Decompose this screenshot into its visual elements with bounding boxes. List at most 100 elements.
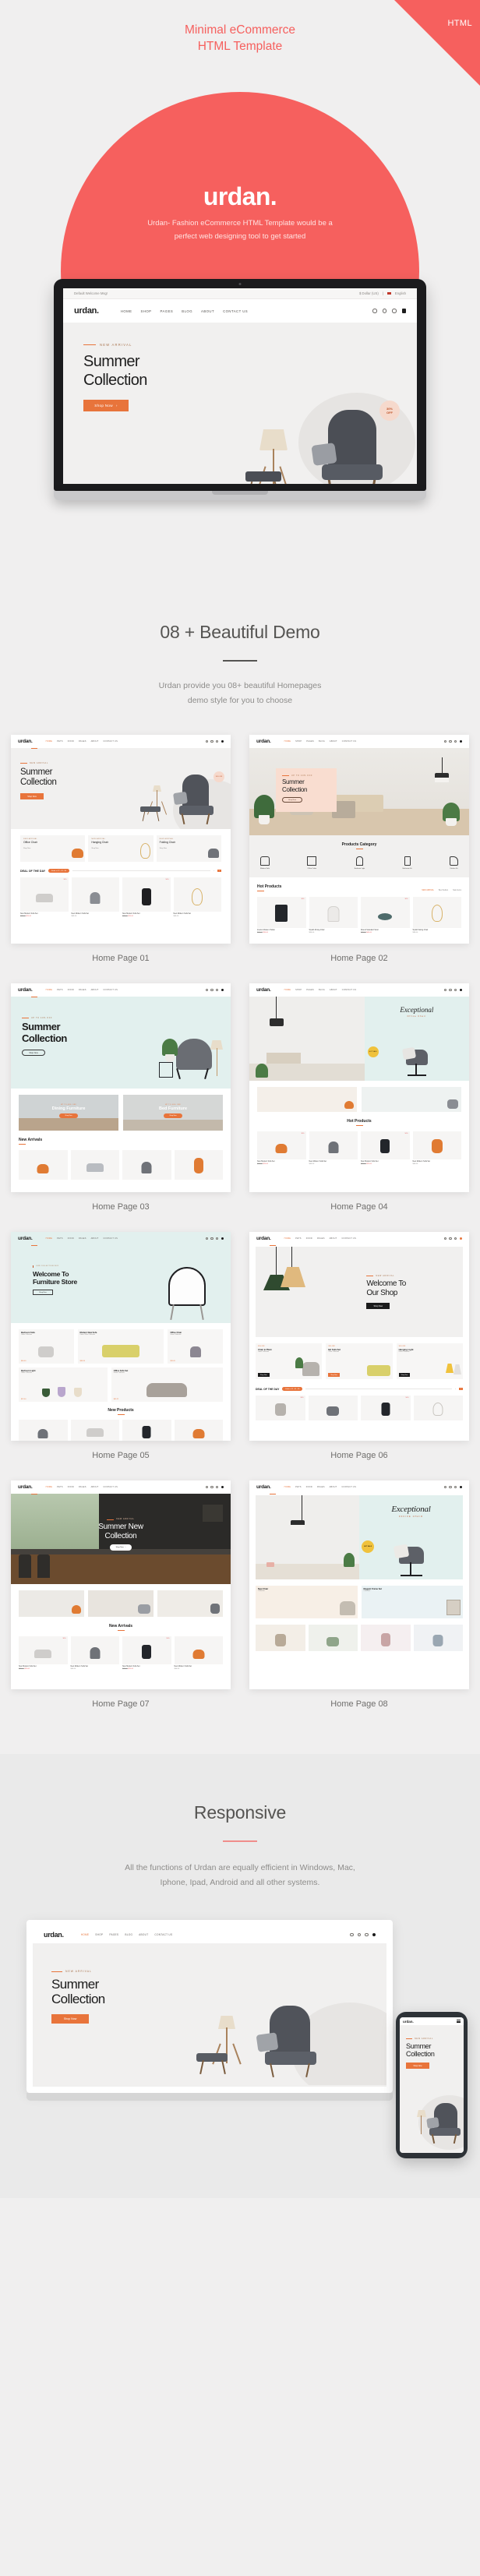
eyebrow-dash-icon — [107, 1519, 115, 1520]
cart-icon — [221, 1237, 224, 1240]
search-icon — [350, 1932, 354, 1937]
thumb-content: New Arrivals 30% New Modern Sofa Set $29… — [11, 1584, 231, 1677]
mockup-nav-links: HOME SHOP PAGES BLOG ABOUT CONTACT US — [121, 309, 248, 313]
chair-icon — [37, 1428, 48, 1438]
product-price: $40.00 — [412, 1163, 418, 1166]
chair-leg-icon — [181, 813, 185, 825]
thumb-cta-label: Shop Now — [288, 799, 297, 801]
demo-thumbnail-07[interactable]: urdan. HOME PETS FOOD PAGES ABOUT CONTAC… — [11, 1480, 231, 1689]
hero-left-panel — [256, 1495, 359, 1579]
sofa-icon — [34, 1649, 52, 1658]
product-row: 30% New Modern Sofa Set $29.00 $25.00 Ne… — [19, 1636, 223, 1670]
product-card: 50% — [361, 1396, 411, 1420]
demo-card-04[interactable]: urdan. HOME SHOP PAGES BLOG ABOUT CONTAC… — [249, 983, 469, 1212]
thumb-nav-item: ABOUT — [90, 1237, 99, 1240]
nav-item-pages[interactable]: PAGES — [161, 309, 174, 313]
wishlist-heart-icon — [216, 988, 219, 992]
thumb-nav-item: PETS — [57, 1486, 63, 1488]
product-price: $45.00 $35.00 — [257, 932, 306, 933]
promo-price: $66.00 — [21, 1360, 26, 1362]
wishlist-heart-icon[interactable] — [392, 309, 397, 313]
active-nav-underline — [270, 1245, 276, 1246]
nav-item-about[interactable]: ABOUT — [201, 309, 214, 313]
search-icon[interactable] — [372, 309, 377, 313]
banner-row: New Chair Collection Elegant Frame Set C… — [256, 1586, 463, 1618]
currency-selector[interactable]: $ Dollar (US) — [359, 291, 379, 295]
product-price: $29.00 $25.00 — [361, 1163, 410, 1165]
nav-item-shop[interactable]: SHOP — [141, 309, 152, 313]
product-card: 30% — [256, 1396, 305, 1420]
demo-card-06[interactable]: urdan. HOME PETS FOOD PAGES ABOUT CONTAC… — [249, 1232, 469, 1460]
thumb-cta-button: Shop Now — [366, 1303, 390, 1309]
thumb-headline-line1: Exceptional — [400, 1006, 434, 1014]
user-account-icon[interactable] — [382, 309, 386, 313]
promo-sub: Office Collection — [328, 1351, 340, 1353]
demo-thumbnail-02[interactable]: urdan. HOME SHOP PAGES BLOG ABOUT CONTAC… — [249, 735, 469, 944]
user-account-icon — [210, 1485, 214, 1489]
thumb-navbar: urdan. HOME PETS FOOD PAGES ABOUT CONTAC… — [11, 1480, 231, 1494]
nav-item-blog[interactable]: BLOG — [182, 309, 192, 313]
demo-card-03[interactable]: urdan. HOME PETS FOOD PAGES ABOUT CONTAC… — [11, 983, 231, 1212]
thumb-hero-split: Exceptional Office Chair HOT SALE — [249, 997, 469, 1081]
thumb-cta-button: Shop Now — [33, 1290, 53, 1295]
hot-sale-badge: HOT SALE — [362, 1540, 374, 1553]
promo-price: $89.22 — [113, 1399, 119, 1400]
lamp-pole-icon — [421, 2115, 422, 2134]
nav-item-contact[interactable]: CONTACT US — [223, 309, 248, 313]
product-price: $45.00 — [70, 1668, 76, 1671]
thumb-headline-line1: Welcome To — [366, 1279, 406, 1288]
demo-card-05[interactable]: urdan. HOME PETS FOOD PAGES ABOUT CONTAC… — [11, 1232, 231, 1460]
cart-icon — [459, 1237, 462, 1240]
demo-thumbnail-05[interactable]: urdan. HOME PETS FOOD PAGES ABOUT CONTAC… — [11, 1232, 231, 1441]
promo-sub: Urban Collection — [21, 1334, 32, 1336]
product-old-price: $29.00 — [257, 1163, 263, 1166]
pendant-lamps-illustration — [256, 1247, 363, 1337]
hamburger-menu-icon[interactable] — [457, 2019, 461, 2024]
thumb-nav-links: HOME SHOP PAGES BLOG ABOUT CONTACT US — [284, 989, 357, 991]
demo-thumbnail-08[interactable]: urdan. HOME PETS FOOD PAGES ABOUT CONTAC… — [249, 1480, 469, 1689]
pillow-icon — [256, 2032, 279, 2052]
product-old-price: $48.00 — [361, 932, 366, 933]
demo-card-02[interactable]: urdan. HOME SHOP PAGES BLOG ABOUT CONTAC… — [249, 735, 469, 963]
ottoman-leg-icon — [199, 2059, 204, 2075]
armchair-seat-icon — [322, 464, 383, 480]
product-sale-price: $25.00 — [128, 1668, 134, 1671]
thumb-nav-item: PAGES — [306, 740, 314, 743]
language-selector[interactable]: English — [395, 291, 406, 295]
demo-thumbnail-03[interactable]: urdan. HOME PETS FOOD PAGES ABOUT CONTAC… — [11, 983, 231, 1192]
demo-thumbnail-04[interactable]: urdan. HOME SHOP PAGES BLOG ABOUT CONTAC… — [249, 983, 469, 1192]
mockup-brand[interactable]: urdan. — [74, 306, 99, 316]
laptop-lid: Default Welcome Msg! $ Dollar (US) | Eng… — [54, 279, 426, 491]
promo-price: $20.09 — [170, 1360, 175, 1362]
promo-sub: Urban Collection — [113, 1372, 125, 1374]
user-account-icon — [210, 1237, 214, 1240]
product-sale-price: $25.00 — [26, 916, 32, 918]
demo-thumbnail-06[interactable]: urdan. HOME PETS FOOD PAGES ABOUT CONTAC… — [249, 1232, 469, 1441]
demo-card-08[interactable]: urdan. HOME PETS FOOD PAGES ABOUT CONTAC… — [249, 1480, 469, 1709]
frame-icon — [446, 1600, 461, 1615]
product-row: 30% New Modern Sofa Set $29.00 $25.00 Ne… — [257, 1131, 461, 1165]
office-chair-icon — [380, 1138, 390, 1153]
demo-card-01[interactable]: urdan. HOME PETS FOOD PAGES ABOUT CONTAC… — [11, 735, 231, 963]
product-price: $40.00 — [173, 916, 179, 918]
carousel-prev-button: ‹ — [455, 1388, 457, 1390]
promo-title: Hanging Chair — [91, 841, 109, 844]
deal-timer: Ends in 12 : 41 : 56 — [48, 869, 70, 873]
shop-now-button[interactable]: Shop Now › — [83, 400, 129, 411]
product-tag: 30% — [62, 1637, 66, 1639]
thumb-eyebrow: NEW ARRIVAL — [20, 762, 231, 764]
nav-item-home[interactable]: HOME — [121, 309, 132, 313]
thumb-nav-item: PAGES — [78, 740, 86, 743]
section-title: New Arrivals — [108, 1624, 133, 1629]
product-tag: 50% — [405, 1397, 409, 1399]
demo-thumbnail-01[interactable]: urdan. HOME PETS FOOD PAGES ABOUT CONTAC… — [11, 735, 231, 944]
demo-card-07[interactable]: urdan. HOME PETS FOOD PAGES ABOUT CONTAC… — [11, 1480, 231, 1709]
hero-left-panel — [249, 997, 365, 1081]
cart-icon[interactable] — [401, 309, 406, 313]
thumb-cta-button: Shop Now › — [110, 1544, 132, 1551]
chair-icon — [90, 1646, 101, 1659]
plant-icon — [256, 1064, 268, 1078]
thumb-headline: Summer Collection — [282, 778, 330, 793]
pendant-light-icon — [453, 1364, 461, 1374]
lamp-icon — [432, 1403, 443, 1416]
